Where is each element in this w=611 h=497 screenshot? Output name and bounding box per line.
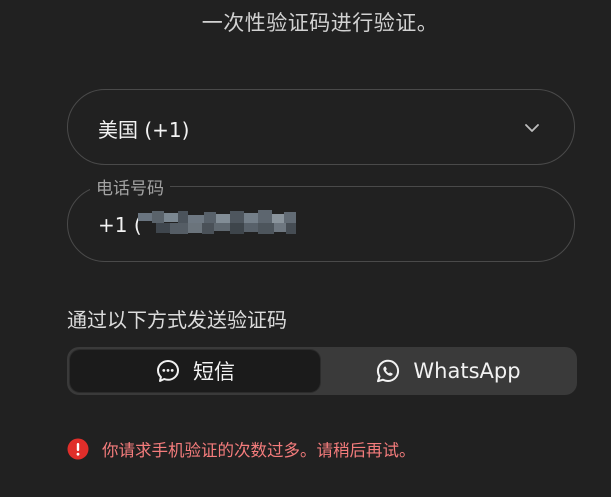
message-icon: [157, 360, 179, 382]
whatsapp-option-label: WhatsApp: [413, 359, 521, 383]
error-message: 你请求手机验证的次数过多。请稍后再试。: [67, 437, 416, 461]
error-text: 你请求手机验证的次数过多。请稍后再试。: [102, 441, 416, 460]
chevron-down-icon: [525, 124, 539, 132]
redacted-phone-number: [126, 209, 302, 243]
phone-number-label: 电话号码: [90, 174, 170, 199]
phone-verification-page: 一次性验证码进行验证。 美国 (+1) 电话号码 +1 (通过以下方式发送验证…: [0, 0, 611, 497]
country-select[interactable]: 美国 (+1): [67, 89, 575, 165]
country-select-value: 美国 (+1): [98, 118, 190, 142]
phone-number-field[interactable]: 电话号码 +1 (: [67, 174, 575, 262]
sms-option-label: 短信: [193, 360, 235, 384]
whatsapp-option[interactable]: WhatsApp: [322, 350, 574, 392]
send-method-label: 通过以下方式发送验证码: [67, 308, 287, 332]
send-method-toggle: 短信 WhatsApp: [67, 347, 577, 395]
whatsapp-icon: [377, 359, 400, 383]
page-subtitle: 一次性验证码进行验证。: [201, 11, 439, 35]
alert-icon: [67, 438, 89, 460]
sms-option[interactable]: 短信: [70, 350, 320, 392]
